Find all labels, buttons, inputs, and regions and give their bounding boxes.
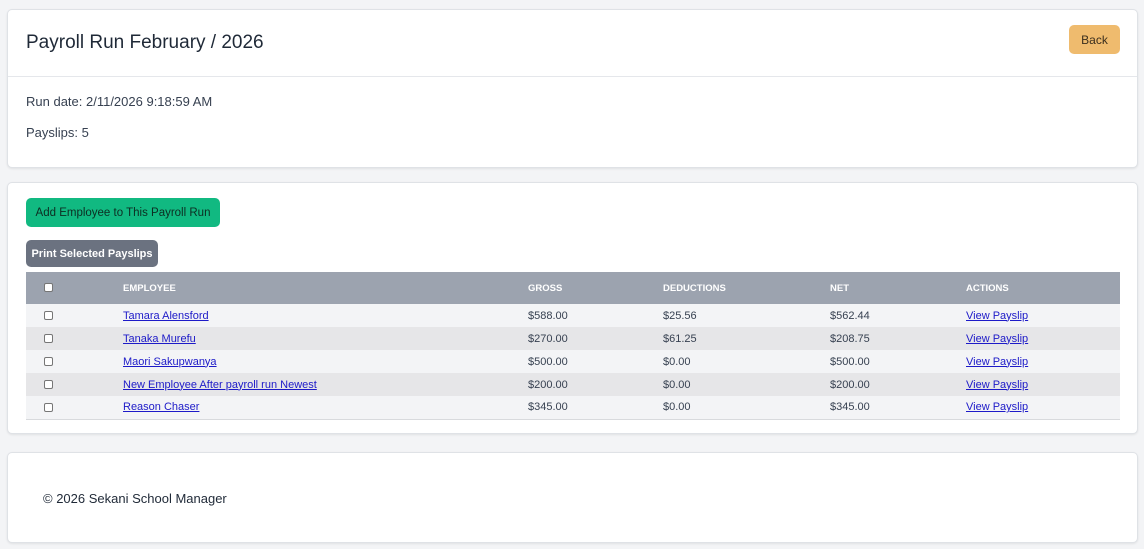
column-header-gross[interactable]: GROSS [528,272,663,304]
column-header-employee[interactable]: EMPLOYEE [123,272,528,304]
table-row: New Employee After payroll run Newest $20… [26,373,1120,396]
employee-name-link[interactable]: Tanaka Murefu [123,333,196,345]
employee-name-link[interactable]: Reason Chaser [123,401,199,413]
employee-name-link[interactable]: Maori Sakupwanya [123,356,217,368]
row-select-checkbox[interactable] [44,311,53,321]
footer-card: © 2026 Sekani School Manager [7,452,1138,543]
employee-name-link[interactable]: New Employee After payroll run Newest [123,379,317,391]
employee-cell: Maori Sakupwanya [123,350,528,373]
payslip-count-text: Payslips: 5 [26,125,89,140]
card-header-bar: Payroll Run February / 2026 Back [8,10,1137,77]
table-row: Tamara Alensford $588.00 $25.56 $562.44 View… [26,304,1120,327]
payslips-card: Add Employee to This Payroll Run Print S… [7,182,1138,434]
payroll-run-header-card: Payroll Run February / 2026 Back Run dat… [7,9,1138,168]
net-cell: $500.00 [830,355,870,368]
net-cell: $562.44 [830,309,870,322]
actions-cell: View Payslip [966,396,1120,419]
row-select-cell [26,350,123,373]
row-select-checkbox[interactable] [44,380,53,390]
deductions-cell: $0.00 [663,378,691,391]
gross-cell: $345.00 [528,401,568,414]
actions-cell: View Payslip [966,304,1120,327]
print-selected-payslips-button[interactable]: Print Selected Payslips [26,240,158,267]
deductions-cell: $25.56 [663,309,697,322]
row-select-cell [26,304,123,327]
add-employee-button[interactable]: Add Employee to This Payroll Run [26,198,220,227]
row-select-checkbox[interactable] [44,357,53,367]
actions-cell: View Payslip [966,327,1120,350]
deductions-cell: $0.00 [663,355,691,368]
employee-cell: Tamara Alensford [123,304,528,327]
back-button[interactable]: Back [1069,25,1120,54]
employee-cell: Reason Chaser [123,396,528,419]
view-payslip-link[interactable]: View Payslip [966,356,1028,368]
select-all-checkbox[interactable] [44,283,53,293]
row-select-cell [26,327,123,350]
column-header-net[interactable]: NET [830,272,966,304]
payslips-table: EMPLOYEE GROSS DEDUCTIONS NET ACTIONS Ta… [26,272,1120,420]
select-all-header [26,272,123,304]
footer-copyright: © 2026 Sekani School Manager [43,491,227,506]
row-select-cell [26,373,123,396]
actions-cell: View Payslip [966,350,1120,373]
row-select-cell [26,396,123,419]
net-cell: $345.00 [830,401,870,414]
view-payslip-link[interactable]: View Payslip [966,333,1028,345]
deductions-cell: $61.25 [663,332,697,345]
table-row: Tanaka Murefu $270.00 $61.25 $208.75 View Pa… [26,327,1120,350]
run-date-text: Run date: 2/11/2026 9:18:59 AM [26,94,213,109]
net-cell: $208.75 [830,332,870,345]
table-row: Maori Sakupwanya $500.00 $0.00 $500.00 View … [26,350,1120,373]
view-payslip-link[interactable]: View Payslip [966,310,1028,322]
gross-cell: $500.00 [528,355,568,368]
row-select-checkbox[interactable] [44,402,53,412]
gross-cell: $270.00 [528,332,568,345]
employee-cell: New Employee After payroll run Newest [123,373,528,396]
view-payslip-link[interactable]: View Payslip [966,379,1028,391]
deductions-cell: $0.00 [663,401,691,414]
view-payslip-link[interactable]: View Payslip [966,401,1028,413]
table-row: Reason Chaser $345.00 $0.00 $345.00 View Pay… [26,396,1120,419]
column-header-actions: ACTIONS [966,282,1009,294]
net-cell: $200.00 [830,378,870,391]
row-select-checkbox[interactable] [44,334,53,344]
employee-cell: Tanaka Murefu [123,327,528,350]
column-header-deductions[interactable]: DEDUCTIONS [663,272,830,304]
gross-cell: $200.00 [528,378,568,391]
table-header-row: EMPLOYEE GROSS DEDUCTIONS NET ACTIONS [26,272,1120,304]
gross-cell: $588.00 [528,309,568,322]
actions-cell: View Payslip [966,373,1120,396]
employee-name-link[interactable]: Tamara Alensford [123,310,209,322]
page-title: Payroll Run February / 2026 [26,32,264,53]
